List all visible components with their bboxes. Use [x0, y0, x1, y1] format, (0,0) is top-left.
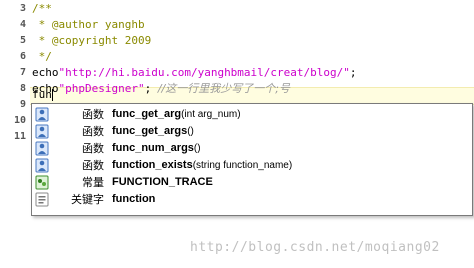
line-number: 10 — [13, 115, 26, 126]
item-name: function_exists(string function_name) — [112, 157, 292, 174]
code-line: echo"http://hi.baidu.com/yanghbmail/crea… — [32, 65, 357, 81]
function-icon — [35, 158, 49, 173]
line-number: 6 — [19, 51, 26, 62]
line-number: 5 — [19, 35, 26, 46]
item-name-text: func_get_arg — [112, 108, 182, 120]
code-line: echo"phpDesigner"; //这一行里我少写了一个;号 — [32, 81, 290, 97]
typed-text: fun — [32, 88, 52, 101]
item-type: 关键字 — [71, 193, 104, 206]
semicolon: ; — [144, 82, 158, 95]
line-number: 9 — [19, 99, 26, 110]
autocomplete-item[interactable]: 常量 FUNCTION_TRACE — [32, 174, 472, 191]
item-type: 函数 — [82, 142, 104, 155]
item-name: FUNCTION_TRACE — [112, 174, 213, 191]
item-name: func_get_arg(int arg_num) — [112, 106, 241, 123]
item-params: () — [187, 126, 194, 137]
item-name-text: FUNCTION_TRACE — [112, 176, 213, 188]
autocomplete-item[interactable]: 函数 func_get_args() — [32, 123, 472, 140]
autocomplete-item[interactable]: 关键字 function — [32, 191, 472, 208]
item-name: func_get_args() — [112, 123, 194, 140]
item-type: 函数 — [82, 125, 104, 138]
item-name-text: function — [112, 193, 156, 205]
line-number: 11 — [13, 131, 26, 142]
function-icon — [35, 107, 49, 122]
line-number: 8 — [19, 83, 26, 94]
echo-keyword: echo — [32, 66, 59, 79]
item-params: (int arg_num) — [181, 109, 241, 120]
item-name-text: func_get_args — [112, 125, 188, 137]
function-icon — [35, 141, 49, 156]
function-icon — [35, 124, 49, 139]
autocomplete-popup[interactable]: 函数 func_get_arg(int arg_num) 函数 func_get… — [31, 103, 473, 216]
text-caret — [51, 89, 53, 101]
item-name-text: function_exists — [112, 159, 193, 171]
string-literal: "phpDesigner" — [58, 82, 145, 95]
code-line: * @author yanghb — [32, 18, 145, 31]
code-line: /** — [32, 2, 52, 15]
item-name: function — [112, 191, 155, 208]
semicolon: ; — [349, 66, 357, 79]
line-number: 3 — [19, 3, 26, 14]
autocomplete-item[interactable]: 函数 func_get_arg(int arg_num) — [32, 106, 472, 123]
constant-icon — [35, 175, 49, 190]
item-type: 函数 — [82, 108, 104, 121]
item-params: (string function_name) — [192, 160, 293, 171]
item-type: 常量 — [82, 176, 104, 189]
line-number-gutter: 3 4 5 6 7 8 9 10 11 — [0, 0, 28, 268]
keyword-icon — [35, 192, 49, 207]
item-params: () — [193, 143, 201, 154]
code-line-current[interactable]: fun — [32, 87, 53, 103]
item-name: func_num_args() — [112, 140, 201, 157]
inline-comment: //这一行里我少写了一个;号 — [157, 82, 290, 95]
string-literal: "http://hi.baidu.com/yanghbmail/creat/bl… — [58, 66, 350, 79]
autocomplete-item[interactable]: 函数 function_exists(string function_name) — [32, 157, 472, 174]
item-name-text: func_num_args — [112, 142, 194, 154]
item-type: 函数 — [82, 159, 104, 172]
code-line: * @copyright 2009 — [32, 34, 152, 47]
code-line: */ — [32, 50, 52, 63]
watermark: http://blog.csdn.net/moqiang02 — [190, 240, 440, 255]
line-number: 4 — [19, 19, 26, 30]
line-number: 7 — [19, 67, 26, 78]
autocomplete-item[interactable]: 函数 func_num_args() — [32, 140, 472, 157]
